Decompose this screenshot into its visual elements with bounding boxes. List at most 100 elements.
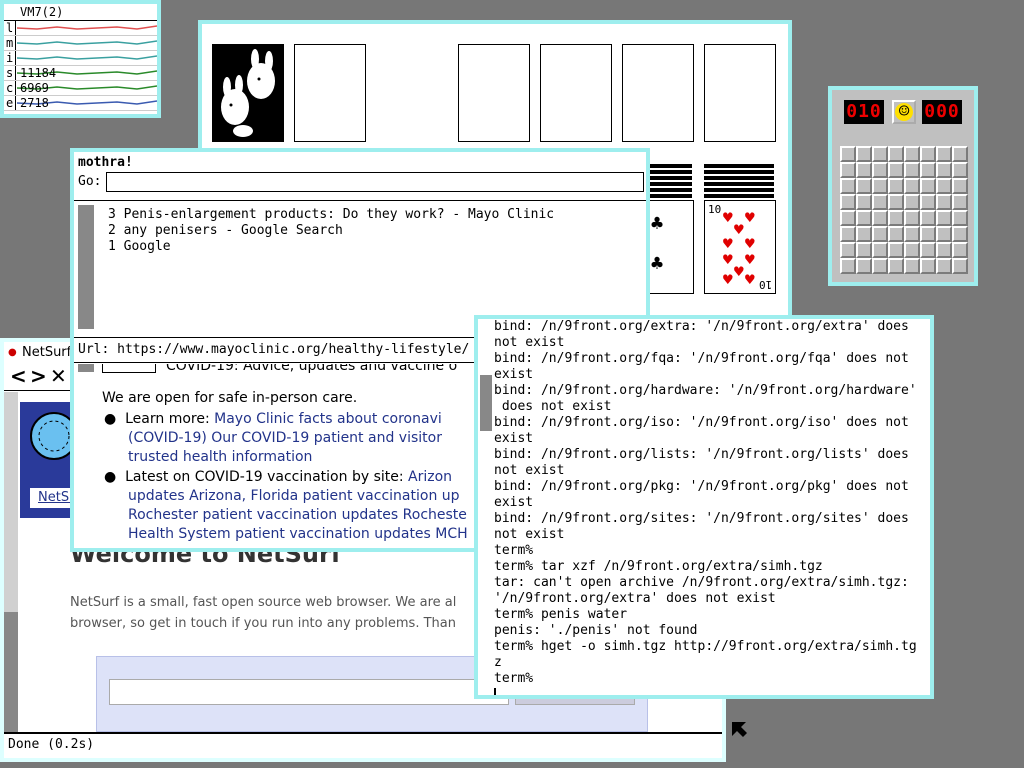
mine-cell[interactable] [936,242,952,258]
mine-cell[interactable] [888,258,904,274]
mine-cell[interactable] [872,194,888,210]
history-item[interactable]: 1 Google [108,239,554,255]
foundation-1[interactable] [458,44,530,142]
foundation-4[interactable] [704,44,776,142]
mine-cell[interactable] [904,178,920,194]
stats-window[interactable]: VM7(2) l m i s 11184 c 6969 e 2718 [0,0,161,118]
foundation-2[interactable] [540,44,612,142]
mine-cell[interactable] [920,226,936,242]
mine-cell[interactable] [872,242,888,258]
page-scrollbar[interactable] [78,364,94,372]
mine-cell[interactable] [952,242,968,258]
go-input[interactable] [106,172,644,192]
smiley-icon: ☺ [895,103,913,121]
terminal-window[interactable]: bind: /n/9front.org/extra: '/n/9front.or… [474,315,934,699]
back-button[interactable]: < [10,364,27,388]
mine-cell[interactable] [840,146,856,162]
mine-cell[interactable] [920,242,936,258]
mine-cell[interactable] [904,162,920,178]
tableau-column-7[interactable]: 10 10 ♥ ♥ ♥ ♥ ♥ ♥ ♥ ♥ ♥ ♥ [704,164,776,304]
mine-cell[interactable] [952,226,968,242]
mine-cell[interactable] [840,258,856,274]
terminal-scrollbar[interactable] [480,375,492,431]
terminal-line: term% tar xzf /n/9front.org/extra/simh.t… [494,559,823,574]
mine-cell[interactable] [936,258,952,274]
mine-cell[interactable] [936,178,952,194]
mine-grid[interactable] [840,146,970,276]
mine-cell[interactable] [904,242,920,258]
mine-cell[interactable] [856,210,872,226]
terminal-line: '/n/9front.org/extra' does not exist [494,591,776,606]
mine-cell[interactable] [920,194,936,210]
mine-cell[interactable] [872,178,888,194]
mine-cell[interactable] [840,242,856,258]
mine-cell[interactable] [904,210,920,226]
mine-cell[interactable] [888,178,904,194]
mine-cell[interactable] [872,210,888,226]
mine-cell[interactable] [872,226,888,242]
terminal-output[interactable]: bind: /n/9front.org/extra: '/n/9front.or… [494,319,924,695]
foundation-3[interactable] [622,44,694,142]
smiley-face-button[interactable]: ☺ [892,100,916,124]
mine-cell[interactable] [856,162,872,178]
mouse-cursor-icon [732,722,747,737]
mine-cell[interactable] [904,226,920,242]
minesweeper-window[interactable]: 010 ☺ 000 [828,86,978,286]
mine-cell[interactable] [920,258,936,274]
mine-cell[interactable] [872,146,888,162]
mine-cell[interactable] [888,226,904,242]
terminal-line: bind: /n/9front.org/iso: '/n/9front.org/… [494,415,909,430]
mine-cell[interactable] [856,242,872,258]
stats-graph [17,25,157,30]
search-input[interactable] [109,679,509,705]
history-scrollbar[interactable] [78,205,94,329]
history-item[interactable]: 3 Penis-enlargement products: Do they wo… [108,207,554,223]
mine-cell[interactable] [840,178,856,194]
mine-cell[interactable] [936,162,952,178]
mine-cell[interactable] [936,210,952,226]
mine-cell[interactable] [904,146,920,162]
mine-cell[interactable] [904,258,920,274]
mine-cell[interactable] [840,210,856,226]
mine-cell[interactable] [888,146,904,162]
mine-cell[interactable] [856,178,872,194]
mine-cell[interactable] [936,146,952,162]
window-close-icon[interactable]: ● [8,342,17,364]
mothra-title: mothra! [78,155,133,170]
mine-cell[interactable] [840,162,856,178]
mine-cell[interactable] [856,226,872,242]
mine-cell[interactable] [952,146,968,162]
mine-cell[interactable] [872,258,888,274]
mine-cell[interactable] [888,194,904,210]
mine-cell[interactable] [888,242,904,258]
mine-cell[interactable] [952,178,968,194]
mine-cell[interactable] [856,194,872,210]
mine-cell[interactable] [952,210,968,226]
mine-cell[interactable] [920,146,936,162]
mine-cell[interactable] [856,146,872,162]
mine-cell[interactable] [936,194,952,210]
mine-cell[interactable] [920,178,936,194]
mine-cell[interactable] [840,194,856,210]
forward-button[interactable]: > [30,364,47,388]
mine-cell[interactable] [872,162,888,178]
facts-link[interactable]: Mayo Clinic facts about coronavi [214,411,442,427]
mine-cell[interactable] [952,162,968,178]
mine-cell[interactable] [936,226,952,242]
mine-cell[interactable] [920,210,936,226]
mine-cell[interactable] [920,162,936,178]
mine-cell[interactable] [856,258,872,274]
netsurf-scrollbar[interactable] [4,392,18,740]
waste-pile[interactable] [294,44,366,142]
mine-cell[interactable] [952,194,968,210]
tableau-card-hearts[interactable]: 10 10 ♥ ♥ ♥ ♥ ♥ ♥ ♥ ♥ ♥ ♥ [704,200,776,294]
stop-button[interactable]: ✕ [50,364,67,388]
mine-cell[interactable] [840,226,856,242]
history-item[interactable]: 2 any penisers - Google Search [108,223,554,239]
mine-cell[interactable] [952,258,968,274]
mine-cell[interactable] [888,210,904,226]
mine-cell[interactable] [888,162,904,178]
stock-pile[interactable] [212,44,284,142]
mine-cell[interactable] [904,194,920,210]
terminal-line: term% [494,671,541,686]
